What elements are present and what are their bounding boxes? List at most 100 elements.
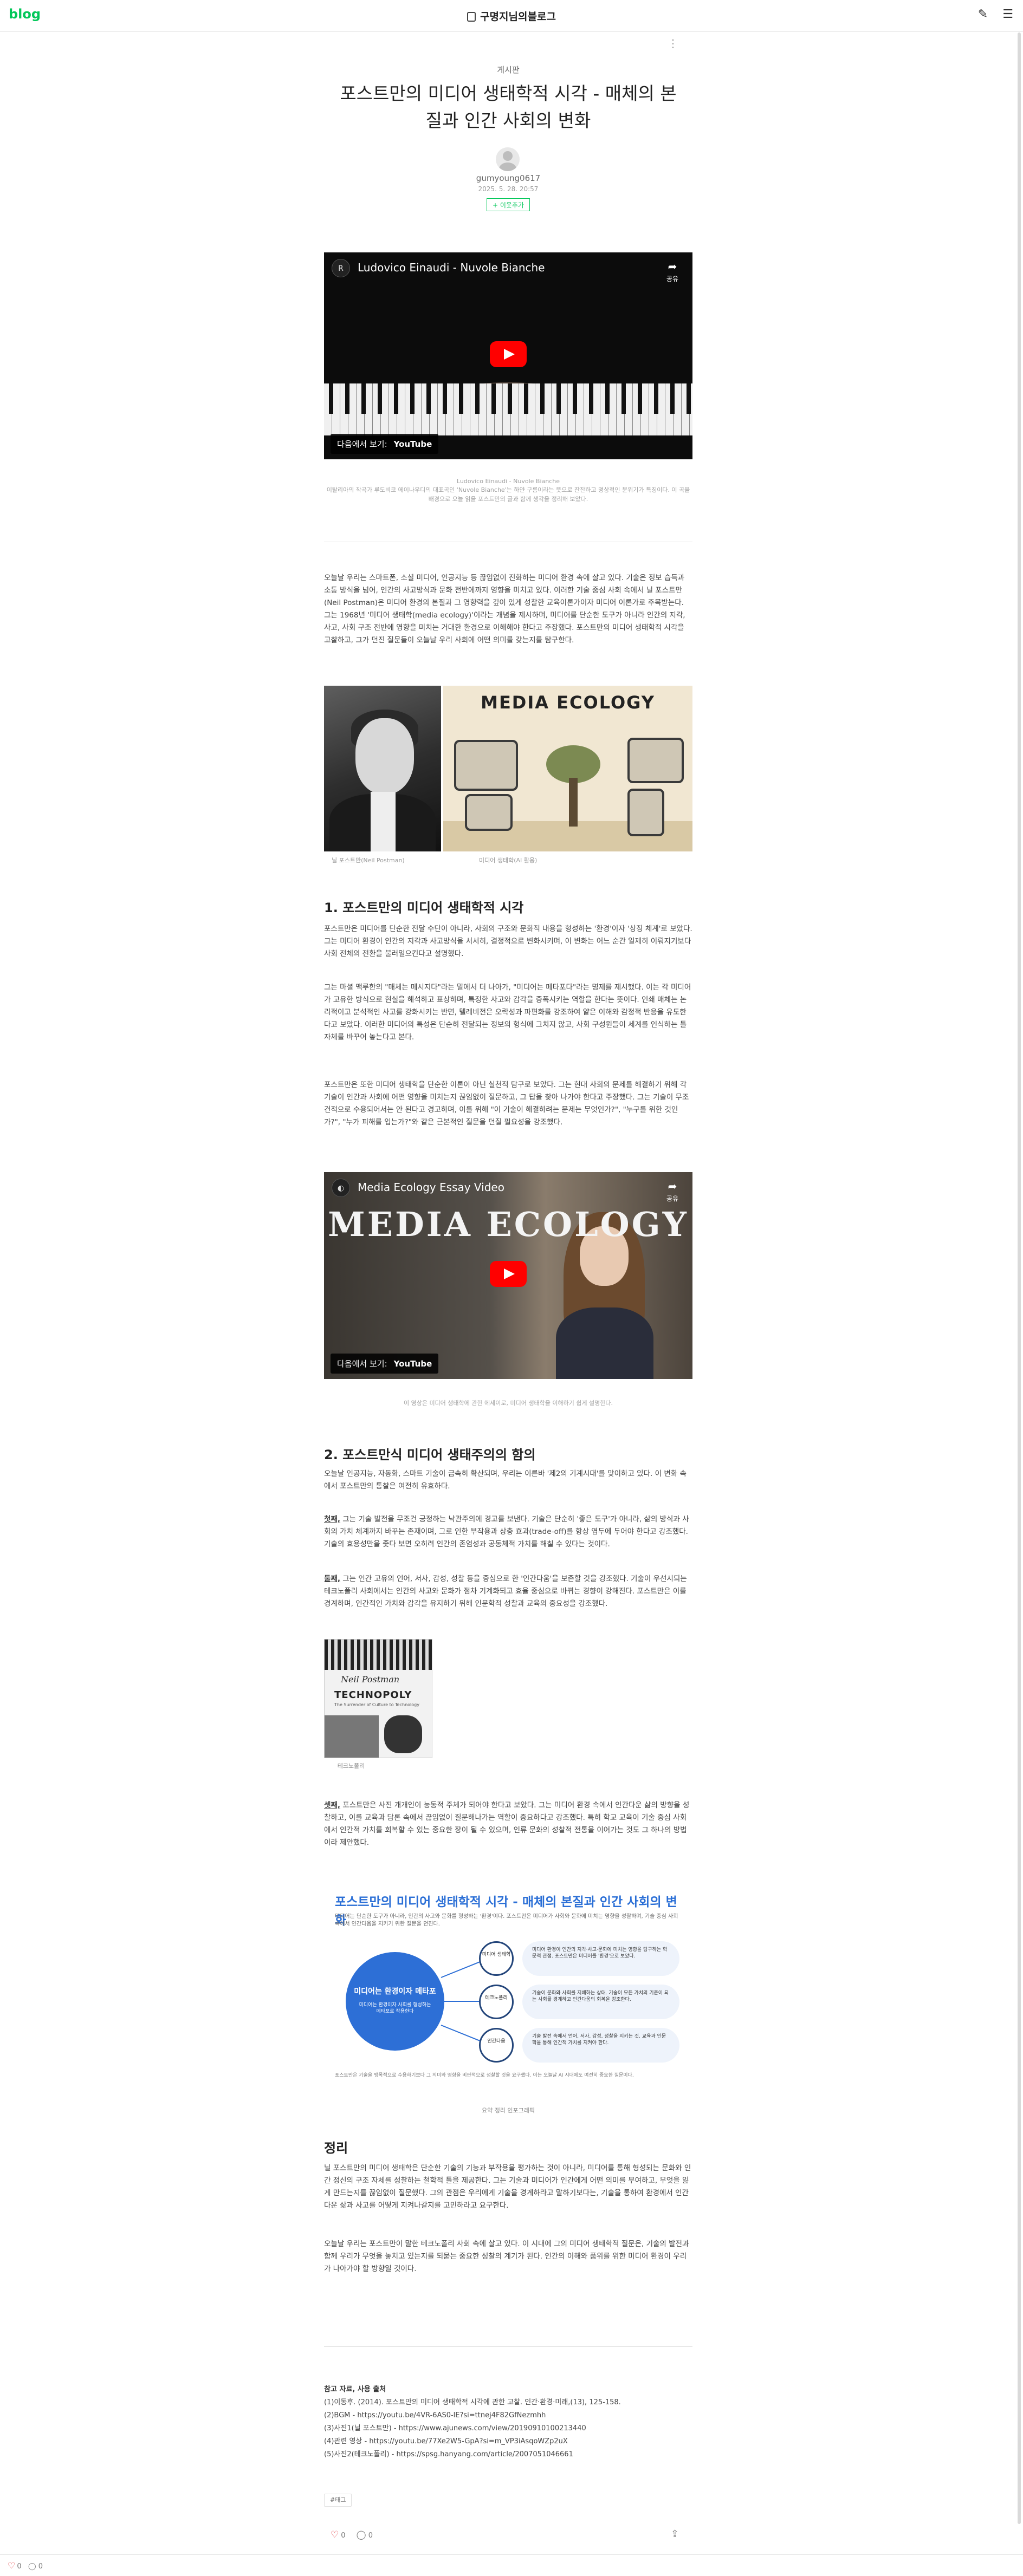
author-avatar[interactable] [496, 147, 520, 171]
comment-icon[interactable]: ◯ [28, 2562, 36, 2571]
video-thumbnail-piano [324, 383, 692, 435]
like-count: 0 [341, 2532, 346, 2540]
video-title[interactable]: Media Ecology Essay Video [358, 1181, 504, 1194]
youtube-video-player[interactable]: R Ludovico Einaudi - Nuvole Bianche ➦ 공유 … [324, 252, 692, 459]
add-neighbor-button[interactable]: + 이웃추가 [487, 198, 530, 211]
bottom-comment-count: 0 [38, 2562, 43, 2571]
section2-paragraph-2-text: 그는 기술 발전을 무조건 긍정하는 낙관주의에 경고를 보낸다. 기술은 단순… [324, 1515, 689, 1549]
photo-caption-postman: 닐 포스트만(Neil Postman) [332, 857, 405, 864]
infographic-footer: 포스트만은 기술을 맹목적으로 수용하기보다 그 의미와 영향을 비판적으로 성… [335, 2073, 634, 2078]
connector-line [441, 2025, 481, 2042]
video-caption-desc: 이탈리아의 작곡가 루도비코 에이나우디의 대표곡인 'Nuvole Bianc… [326, 486, 690, 503]
person-body [556, 1307, 653, 1379]
reference-item[interactable]: (2)BGM - https://youtu.be/4VR-6AS0-lE?si… [324, 2409, 692, 2422]
post-title: 포스트만의 미디어 생태학적 시각 - 매체의 본질과 인간 사회의 변화 [340, 83, 677, 131]
channel-logo[interactable]: R [332, 259, 350, 277]
section2-paragraph-2: 첫째, 그는 기술 발전을 무조건 긍정하는 낙관주의에 경고를 보낸다. 기술… [324, 1513, 692, 1551]
cover-author: Neil Postman [341, 1674, 400, 1684]
infographic-subtitle: 미디어는 단순한 도구가 아니라, 인간의 사고와 문화를 형성하는 '환경'이… [335, 1914, 678, 1927]
write-icon[interactable]: ✎ [978, 8, 988, 21]
neil-postman-photo[interactable] [324, 686, 441, 851]
like-heart-icon[interactable]: ♡ [8, 2560, 15, 2571]
photo-caption-ecology: 미디어 생태학(AI 활용) [479, 857, 538, 864]
post-date: 2025. 5. 28. 20:57 [478, 185, 539, 193]
reference-item[interactable]: (4)관련 영상 - https://youtu.be/77Xe2W5-GpA?… [324, 2435, 692, 2448]
cover-title: TECHNOPOLY [334, 1689, 412, 1701]
section2-paragraph-4: 셋째, 포스트만은 사진 개개인이 능동적 주체가 되어야 한다고 보았다. 그… [324, 1799, 692, 1849]
section2-paragraph-1: 오늘날 인공지능, 자동화, 스마트 기술이 급속히 확산되며, 우리는 이른바… [324, 1469, 687, 1491]
tv-illustration [454, 740, 518, 791]
cover-photo [325, 1715, 379, 1758]
phone-illustration [627, 789, 664, 836]
section1-paragraph-2: 그는 마셜 맥루한의 "매체는 메시지다"라는 말에서 더 나아가, "미디어는… [324, 983, 691, 1042]
section2-paragraph-3-text: 그는 인간 고유의 언어, 서사, 감성, 성찰 등을 중심으로 한 '인간다움… [324, 1575, 687, 1608]
watch-on-youtube-button[interactable]: 다음에서 보기: YouTube [331, 434, 439, 454]
tree-trunk [569, 778, 578, 827]
radio-illustration [465, 794, 513, 831]
comment-count: 0 [368, 2532, 373, 2540]
bottom-bar: ♡ 0 ◯ 0 [0, 2554, 1023, 2576]
tv-illustration [627, 738, 684, 783]
post-reactions: ♡ 0 ◯ 0 [331, 2529, 373, 2540]
reference-item[interactable]: (3)사진1(닐 포스트만) - https://www.ajunews.com… [324, 2422, 692, 2435]
share-label: 공유 [666, 275, 678, 283]
share-icon[interactable]: ➦ 공유 [666, 260, 678, 283]
share-label: 공유 [666, 1195, 678, 1202]
lead-first: 첫째, [324, 1515, 340, 1524]
like-heart-icon[interactable]: ♡ [331, 2529, 339, 2540]
top-bar: blog 구명지님의블로그 ✎ ☰ [0, 0, 1023, 32]
bottom-like-count: 0 [17, 2562, 22, 2571]
youtube-video-player[interactable]: MEDIA ECOLOGY ◐ Media Ecology Essay Vide… [324, 1172, 692, 1379]
cover-pattern [325, 1640, 432, 1670]
bottom-reactions: ♡ 0 ◯ 0 [8, 2560, 43, 2571]
infographic-bubble: 기술이 문화와 사회를 지배하는 상태. 기술이 모든 가치의 기준이 되는 사… [522, 1985, 679, 2019]
section1-paragraph-3: 포스트만은 또한 미디어 생태학을 단순한 이론이 아닌 실천적 탐구로 보았다… [324, 1081, 689, 1127]
media-ecology-title: MEDIA ECOLOGY [481, 692, 655, 713]
media-ecology-illustration[interactable]: MEDIA ECOLOGY [443, 686, 692, 851]
share-icon[interactable]: ➦ 공유 [666, 1180, 678, 1203]
references: 참고 자료, 사용 출처 (1)이동후. (2014). 포스트만의 미디어 생… [324, 2383, 692, 2461]
infographic-node: 미디어 생태학 [479, 1941, 514, 1976]
blog-icon [467, 12, 476, 22]
more-options-icon[interactable]: ⋮ [668, 37, 678, 50]
reference-item[interactable]: (5)사진2(테크노폴리) - https://spsg.hanyang.com… [324, 2448, 692, 2461]
watch-on-label: 다음에서 보기: [337, 1359, 387, 1369]
blog-name-text: 구명지님의블로그 [480, 11, 556, 23]
conclusion-paragraph-1: 닐 포스트만의 미디어 생태학은 단순한 기술의 기능과 부작용을 평가하는 것… [324, 2164, 691, 2210]
channel-logo[interactable]: ◐ [332, 1179, 350, 1197]
watch-on-youtube-button[interactable]: 다음에서 보기: YouTube [331, 1354, 439, 1374]
video-title[interactable]: Ludovico Einaudi - Nuvole Bianche [358, 261, 545, 274]
photo-face [355, 718, 414, 794]
play-button[interactable] [490, 1261, 527, 1287]
intro-paragraph: 오늘날 우리는 스마트폰, 소셜 미디어, 인공지능 등 끊임없이 진화하는 미… [324, 574, 685, 645]
post-category[interactable]: 게시판 [324, 64, 692, 75]
references-title: 참고 자료, 사용 출처 [324, 2385, 386, 2393]
blog-name[interactable]: 구명지님의블로그 [0, 9, 1023, 23]
conclusion-heading: 정리 [324, 2141, 348, 2156]
author-name[interactable]: gumyoung0617 [324, 173, 692, 183]
lead-second: 둘째, [324, 1575, 340, 1583]
technopoly-caption: 테크노폴리 [337, 1762, 365, 1770]
section-heading-1: 1. 포스트만의 미디어 생태학적 시각 [324, 900, 524, 915]
section-heading-2: 2. 포스트만식 미디어 생태주의의 함의 [324, 1447, 536, 1462]
video-caption-title: Ludovico Einaudi - Nuvole Bianche [456, 478, 560, 485]
play-button[interactable] [490, 341, 527, 367]
comment-icon[interactable]: ◯ [357, 2529, 366, 2540]
center-title: 미디어는 환경이자 메타포 [354, 1987, 436, 1996]
cover-hand [384, 1715, 422, 1753]
connector-line [441, 1961, 481, 1978]
share-button-icon[interactable]: ⇪ [671, 2528, 679, 2540]
menu-icon[interactable]: ☰ [1002, 8, 1013, 21]
infographic-bubble: 기술 발전 속에서 언어, 서사, 감성, 성찰을 지키는 것. 교육과 인문학… [522, 2028, 679, 2063]
infographic-bubble: 미디어 환경이 인간의 지각·사고·문화에 미치는 영향을 탐구하는 학문적 관… [522, 1941, 679, 1976]
summary-infographic[interactable]: 포스트만의 미디어 생태학적 시각 - 매체의 본질과 인간 사회의 변화 미디… [335, 1885, 682, 2100]
technopoly-book-cover[interactable]: Neil Postman TECHNOPOLY The Surrender of… [324, 1639, 432, 1758]
post-tag[interactable]: #태그 [324, 2494, 352, 2507]
section2-paragraph-3: 둘째, 그는 인간 고유의 언어, 서사, 감성, 성찰 등을 중심으로 한 '… [324, 1573, 692, 1610]
section1-paragraph-1: 포스트만은 미디어를 단순한 전달 수단이 아니라, 사회의 구조와 문화적 내… [324, 925, 692, 958]
lead-third: 셋째, [324, 1801, 340, 1810]
video-overlay-title: MEDIA ECOLOGY [328, 1205, 689, 1244]
center-subtitle: 미디어는 환경이자 사회를 형성하는 메타포로 작용한다 [359, 2002, 431, 2014]
connector-line [444, 2001, 480, 2002]
scrollbar[interactable] [1018, 32, 1021, 2524]
